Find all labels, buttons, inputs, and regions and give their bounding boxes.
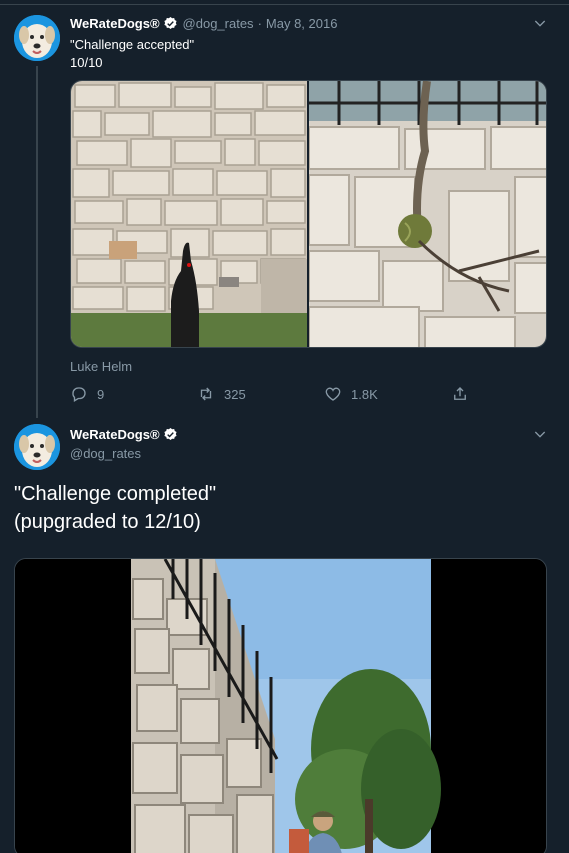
reply-count: 9 — [97, 386, 105, 402]
dog-photo[interactable] — [71, 81, 307, 347]
top-divider — [0, 4, 569, 5]
tweet1-actions: 9 325 1.8K — [70, 385, 470, 405]
tweet-text-line: "Challenge accepted" — [70, 37, 195, 52]
display-name[interactable]: WeRateDogs® — [70, 16, 160, 31]
avatar[interactable] — [14, 15, 60, 61]
tweet2-text: "Challenge completed" (pupgraded to 12/1… — [14, 480, 216, 536]
tweet1-header: WeRateDogs® @dog_rates · May 8, 2016 — [70, 16, 337, 31]
tweet-text-line: "Challenge completed" — [14, 483, 217, 505]
tweet1-text: "Challenge accepted" 10/10 — [70, 36, 194, 72]
verified-icon — [163, 427, 177, 440]
handle[interactable]: @dog_rates — [70, 446, 141, 461]
thread-line — [36, 66, 38, 418]
retweet-button[interactable]: 325 — [197, 385, 246, 403]
ball-photo[interactable] — [308, 81, 546, 347]
like-icon — [325, 387, 341, 401]
tweet-text-line: (pupgraded to 12/10) — [14, 511, 201, 533]
timestamp[interactable]: May 8, 2016 — [266, 16, 338, 31]
tweet2-header: WeRateDogs® — [70, 427, 178, 442]
separator: · — [257, 16, 262, 31]
like-button[interactable]: 1.8K — [324, 385, 378, 403]
verified-icon — [163, 16, 177, 29]
handle[interactable]: @dog_rates — [183, 16, 254, 31]
chevron-down-icon[interactable] — [532, 15, 548, 31]
tweet1-media[interactable] — [70, 80, 547, 348]
display-name[interactable]: WeRateDogs® — [70, 427, 160, 442]
tweet2-video[interactable] — [14, 558, 547, 853]
media-attribution[interactable]: Luke Helm — [70, 359, 132, 374]
share-icon — [454, 387, 466, 400]
chevron-down-icon[interactable] — [532, 426, 548, 442]
share-button[interactable] — [451, 385, 469, 403]
reply-icon — [72, 387, 86, 402]
video-frame[interactable] — [15, 559, 547, 853]
reply-button[interactable]: 9 — [70, 385, 104, 403]
retweet-count: 325 — [224, 386, 246, 402]
avatar[interactable] — [14, 424, 60, 470]
tweet-text-line: 10/10 — [70, 55, 103, 70]
like-count: 1.8K — [351, 386, 378, 402]
retweet-icon — [200, 387, 212, 401]
